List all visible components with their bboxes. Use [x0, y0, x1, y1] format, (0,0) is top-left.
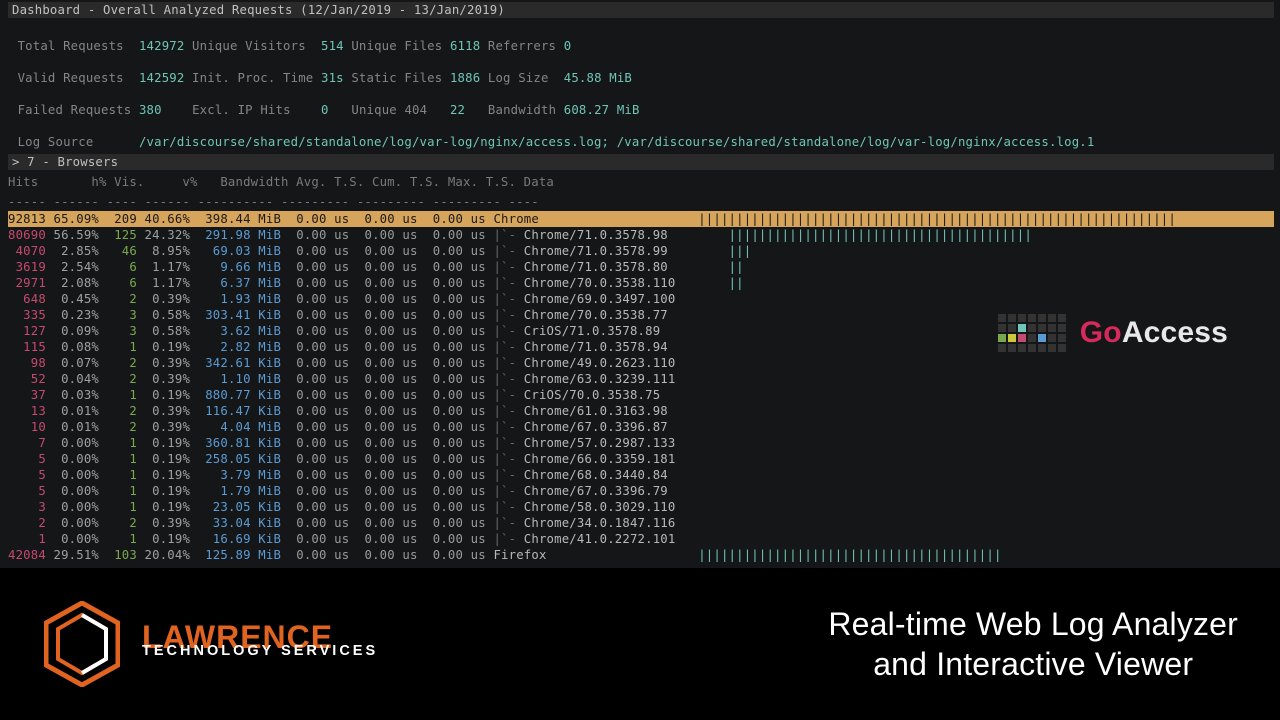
table-row[interactable]: 3619 2.54% 6 1.17% 9.66 MiB 0.00 us 0.00… [8, 259, 1274, 275]
table-row[interactable]: 648 0.45% 2 0.39% 1.93 MiB 0.00 us 0.00 … [8, 291, 1274, 307]
column-headers: Hits h% Vis. v% Bandwidth Avg. T.S. Cum.… [8, 170, 1274, 190]
table-row[interactable]: 92813 65.09% 209 40.66% 398.44 MiB 0.00 … [8, 211, 1274, 227]
tagline: Real-time Web Log Analyzer and Interacti… [828, 604, 1238, 684]
goaccess-icon [998, 314, 1066, 352]
table-row[interactable]: 10 0.01% 2 0.39% 4.04 MiB 0.00 us 0.00 u… [8, 419, 1274, 435]
data-rows[interactable]: 92813 65.09% 209 40.66% 398.44 MiB 0.00 … [8, 210, 1274, 563]
table-row[interactable]: 2971 2.08% 6 1.17% 6.37 MiB 0.00 us 0.00… [8, 275, 1274, 291]
table-row[interactable]: 3 0.00% 1 0.19% 23.05 KiB 0.00 us 0.00 u… [8, 499, 1274, 515]
overall-stats: Total Requests 142972 Unique Visitors 51… [8, 18, 1274, 152]
lawrence-logo: LAWRENCE TECHNOLOGY SERVICES [36, 598, 378, 690]
goaccess-logo: GoAccess [998, 314, 1228, 352]
table-row[interactable]: 5 0.00% 1 0.19% 258.05 KiB 0.00 us 0.00 … [8, 451, 1274, 467]
column-underline: ----- ------ ---- ------ ---------- ----… [8, 190, 1274, 210]
table-row[interactable]: 80690 56.59% 125 24.32% 291.98 MiB 0.00 … [8, 227, 1274, 243]
terminal-panel[interactable]: Dashboard - Overall Analyzed Requests (1… [0, 0, 1280, 568]
lawrence-sub: TECHNOLOGY SERVICES [142, 643, 378, 659]
table-row[interactable]: 2 0.00% 2 0.39% 33.04 KiB 0.00 us 0.00 u… [8, 515, 1274, 531]
section-browsers[interactable]: > 7 - Browsers [8, 154, 1274, 170]
hexagon-icon [36, 598, 128, 690]
goaccess-wordmark: GoAccess [1080, 325, 1228, 341]
table-row[interactable]: 5 0.00% 1 0.19% 1.79 MiB 0.00 us 0.00 us… [8, 483, 1274, 499]
dashboard-title: Dashboard - Overall Analyzed Requests (1… [8, 2, 1274, 18]
table-row[interactable]: 37 0.03% 1 0.19% 880.77 KiB 0.00 us 0.00… [8, 387, 1274, 403]
table-row[interactable]: 7 0.00% 1 0.19% 360.81 KiB 0.00 us 0.00 … [8, 435, 1274, 451]
table-row[interactable]: 13 0.01% 2 0.39% 116.47 KiB 0.00 us 0.00… [8, 403, 1274, 419]
bottom-banner: LAWRENCE TECHNOLOGY SERVICES Real-time W… [0, 568, 1280, 720]
table-row[interactable]: 1 0.00% 1 0.19% 16.69 KiB 0.00 us 0.00 u… [8, 531, 1274, 547]
table-row[interactable]: 5 0.00% 1 0.19% 3.79 MiB 0.00 us 0.00 us… [8, 467, 1274, 483]
table-row[interactable]: 52 0.04% 2 0.39% 1.10 MiB 0.00 us 0.00 u… [8, 371, 1274, 387]
table-row[interactable]: 42084 29.51% 103 20.04% 125.89 MiB 0.00 … [8, 547, 1274, 563]
table-row[interactable]: 4070 2.85% 46 8.95% 69.03 MiB 0.00 us 0.… [8, 243, 1274, 259]
table-row[interactable]: 98 0.07% 2 0.39% 342.61 KiB 0.00 us 0.00… [8, 355, 1274, 371]
